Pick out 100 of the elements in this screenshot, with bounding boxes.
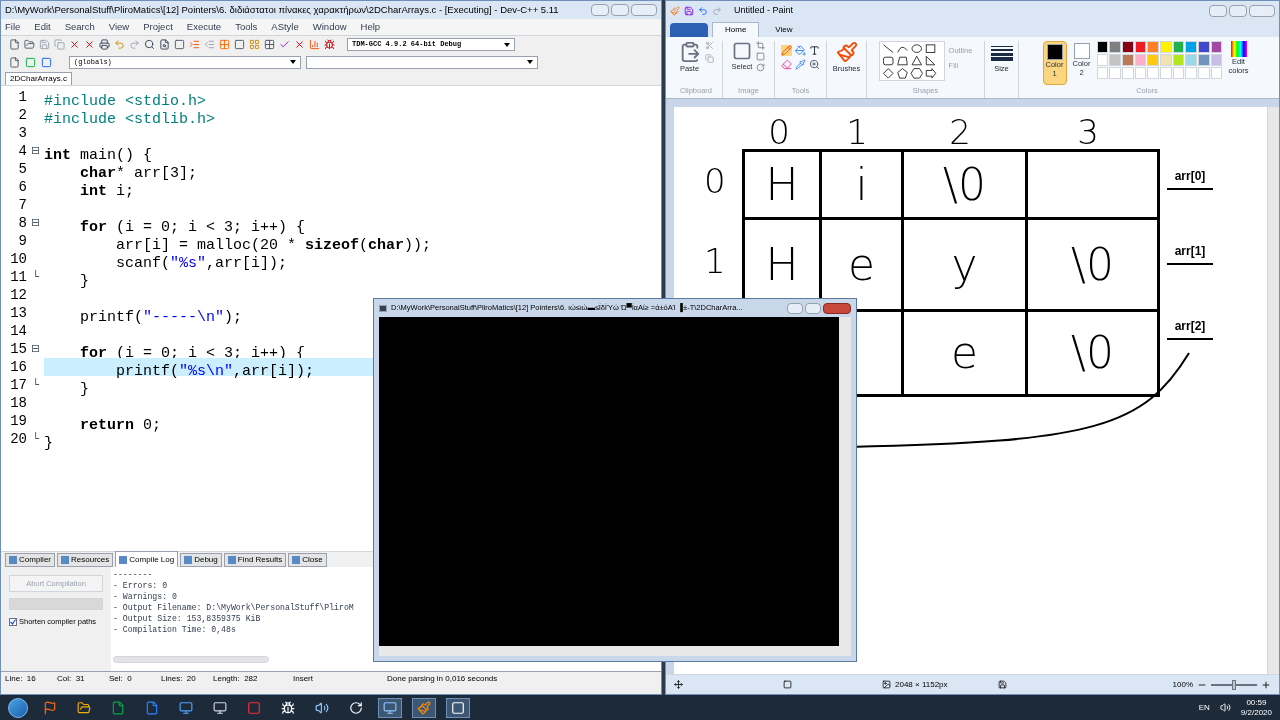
- fold-marker[interactable]: └: [32, 433, 39, 445]
- palette-swatch[interactable]: [1147, 41, 1159, 53]
- eraser-icon[interactable]: [781, 59, 792, 70]
- menu-item[interactable]: Edit: [34, 19, 51, 35]
- save-icon[interactable]: [684, 6, 694, 16]
- maximize-button[interactable]: [805, 302, 821, 314]
- palette-swatch[interactable]: [1121, 54, 1134, 66]
- close-button[interactable]: [823, 302, 851, 314]
- indent-icon[interactable]: [189, 39, 200, 50]
- palette-swatch[interactable]: [1134, 54, 1147, 66]
- palette-swatch[interactable]: [1172, 41, 1185, 53]
- menu-item[interactable]: File: [5, 19, 21, 35]
- fold-marker[interactable]: ⊟: [30, 343, 41, 355]
- clock[interactable]: 00:59 9/2/2020: [1240, 697, 1272, 718]
- fold-marker[interactable]: └: [32, 379, 39, 391]
- file-tab[interactable]: 2DCharArrays.c: [5, 72, 72, 85]
- palette-swatch[interactable]: [1172, 54, 1185, 66]
- palette-swatch[interactable]: [1096, 54, 1109, 66]
- selection-icon[interactable]: [732, 41, 752, 61]
- menu-item[interactable]: Window: [312, 19, 347, 35]
- pencil-icon[interactable]: [781, 45, 792, 56]
- check-icon[interactable]: [279, 39, 290, 50]
- maximize-button[interactable]: [1229, 5, 1247, 17]
- close-icon[interactable]: [84, 39, 95, 50]
- taskbar-button[interactable]: [378, 697, 402, 718]
- palette-swatch[interactable]: [1147, 54, 1159, 66]
- copy-icon[interactable]: [54, 39, 65, 50]
- menu-item[interactable]: Help: [360, 19, 381, 35]
- palette-swatch[interactable]: [1210, 54, 1223, 66]
- palette-swatch[interactable]: [1198, 54, 1210, 66]
- palette-swatch[interactable]: [1109, 54, 1121, 66]
- text-icon[interactable]: [809, 45, 820, 56]
- fold-marker[interactable]: ⊟: [30, 145, 41, 157]
- copy-icon[interactable]: [704, 54, 714, 63]
- square-icon[interactable]: [756, 52, 766, 61]
- panel-tab[interactable]: Compile Log: [115, 551, 179, 567]
- scissors-icon[interactable]: [704, 41, 714, 50]
- file-search-icon[interactable]: [159, 39, 170, 50]
- palette-swatch[interactable]: [1160, 41, 1172, 53]
- ribbon-tab[interactable]: Home: [712, 22, 760, 37]
- panel-tab[interactable]: Close: [288, 553, 327, 567]
- fold-marker[interactable]: └: [32, 271, 39, 283]
- menu-item[interactable]: Tools: [235, 19, 258, 35]
- grid-icon[interactable]: [264, 39, 275, 50]
- file-icon[interactable]: [9, 56, 20, 68]
- minimize-button[interactable]: [591, 4, 609, 16]
- taskbar-button[interactable]: [446, 697, 470, 718]
- chart-icon[interactable]: [309, 39, 320, 50]
- function-dropdown[interactable]: [306, 55, 538, 69]
- menu-item[interactable]: Execute: [186, 19, 222, 35]
- palette-swatch[interactable]: [1096, 41, 1109, 53]
- square-icon[interactable]: [25, 56, 36, 68]
- crop-icon[interactable]: [756, 41, 766, 50]
- folder-icon[interactable]: [24, 39, 35, 50]
- redo-icon[interactable]: [712, 6, 722, 16]
- ribbon-tab[interactable]: View: [763, 22, 805, 37]
- close-icon[interactable]: [69, 39, 80, 50]
- checkbox[interactable]: [9, 617, 17, 626]
- layout-icon[interactable]: [249, 39, 260, 50]
- fold-marker[interactable]: ⊟: [30, 217, 41, 229]
- language-indicator[interactable]: EN: [1198, 701, 1210, 714]
- palette-swatch[interactable]: [1185, 54, 1198, 66]
- panel-tab[interactable]: Compiler: [5, 553, 55, 567]
- menu-item[interactable]: Search: [64, 19, 95, 35]
- maximize-button[interactable]: [611, 4, 629, 16]
- magnifier-icon[interactable]: [809, 59, 820, 70]
- zoom-in-button[interactable]: [1261, 679, 1271, 690]
- undo-icon[interactable]: [698, 6, 708, 16]
- search-icon[interactable]: [144, 39, 155, 50]
- minimize-button[interactable]: [787, 302, 803, 314]
- redo-icon[interactable]: [129, 39, 140, 50]
- panel-tab[interactable]: Resources: [57, 553, 114, 567]
- palette-swatch[interactable]: [1185, 41, 1198, 53]
- start-button[interactable]: [8, 697, 28, 718]
- palette-swatch[interactable]: [1160, 54, 1172, 66]
- menu-item[interactable]: AStyle: [271, 19, 299, 35]
- panel-tab[interactable]: Find Results: [223, 553, 287, 567]
- menu-item[interactable]: View: [108, 19, 130, 35]
- taskbar-button[interactable]: [412, 697, 436, 718]
- square-icon[interactable]: [41, 56, 52, 68]
- new-file-icon[interactable]: [9, 39, 20, 50]
- save-icon[interactable]: [39, 39, 50, 50]
- square-icon[interactable]: [174, 39, 185, 50]
- zoom-slider-thumb[interactable]: [1232, 679, 1236, 690]
- palette-swatch[interactable]: [1109, 41, 1121, 53]
- print-icon[interactable]: [99, 39, 110, 50]
- stop-icon[interactable]: [294, 39, 305, 50]
- bug-icon[interactable]: [324, 39, 335, 50]
- palette-swatch[interactable]: [1210, 41, 1223, 53]
- palette-swatch[interactable]: [1121, 41, 1134, 53]
- palette-swatch[interactable]: [1198, 41, 1210, 53]
- line-width-icon[interactable]: [990, 45, 1013, 61]
- rotate-icon[interactable]: [756, 63, 766, 72]
- palette-swatch[interactable]: [1134, 41, 1147, 53]
- shapes-gallery[interactable]: [878, 41, 945, 81]
- minimize-button[interactable]: [1209, 5, 1227, 17]
- undo-icon[interactable]: [114, 39, 125, 50]
- unindent-icon[interactable]: [204, 39, 215, 50]
- brush-icon[interactable]: [835, 41, 858, 63]
- menu-item[interactable]: Project: [143, 19, 173, 35]
